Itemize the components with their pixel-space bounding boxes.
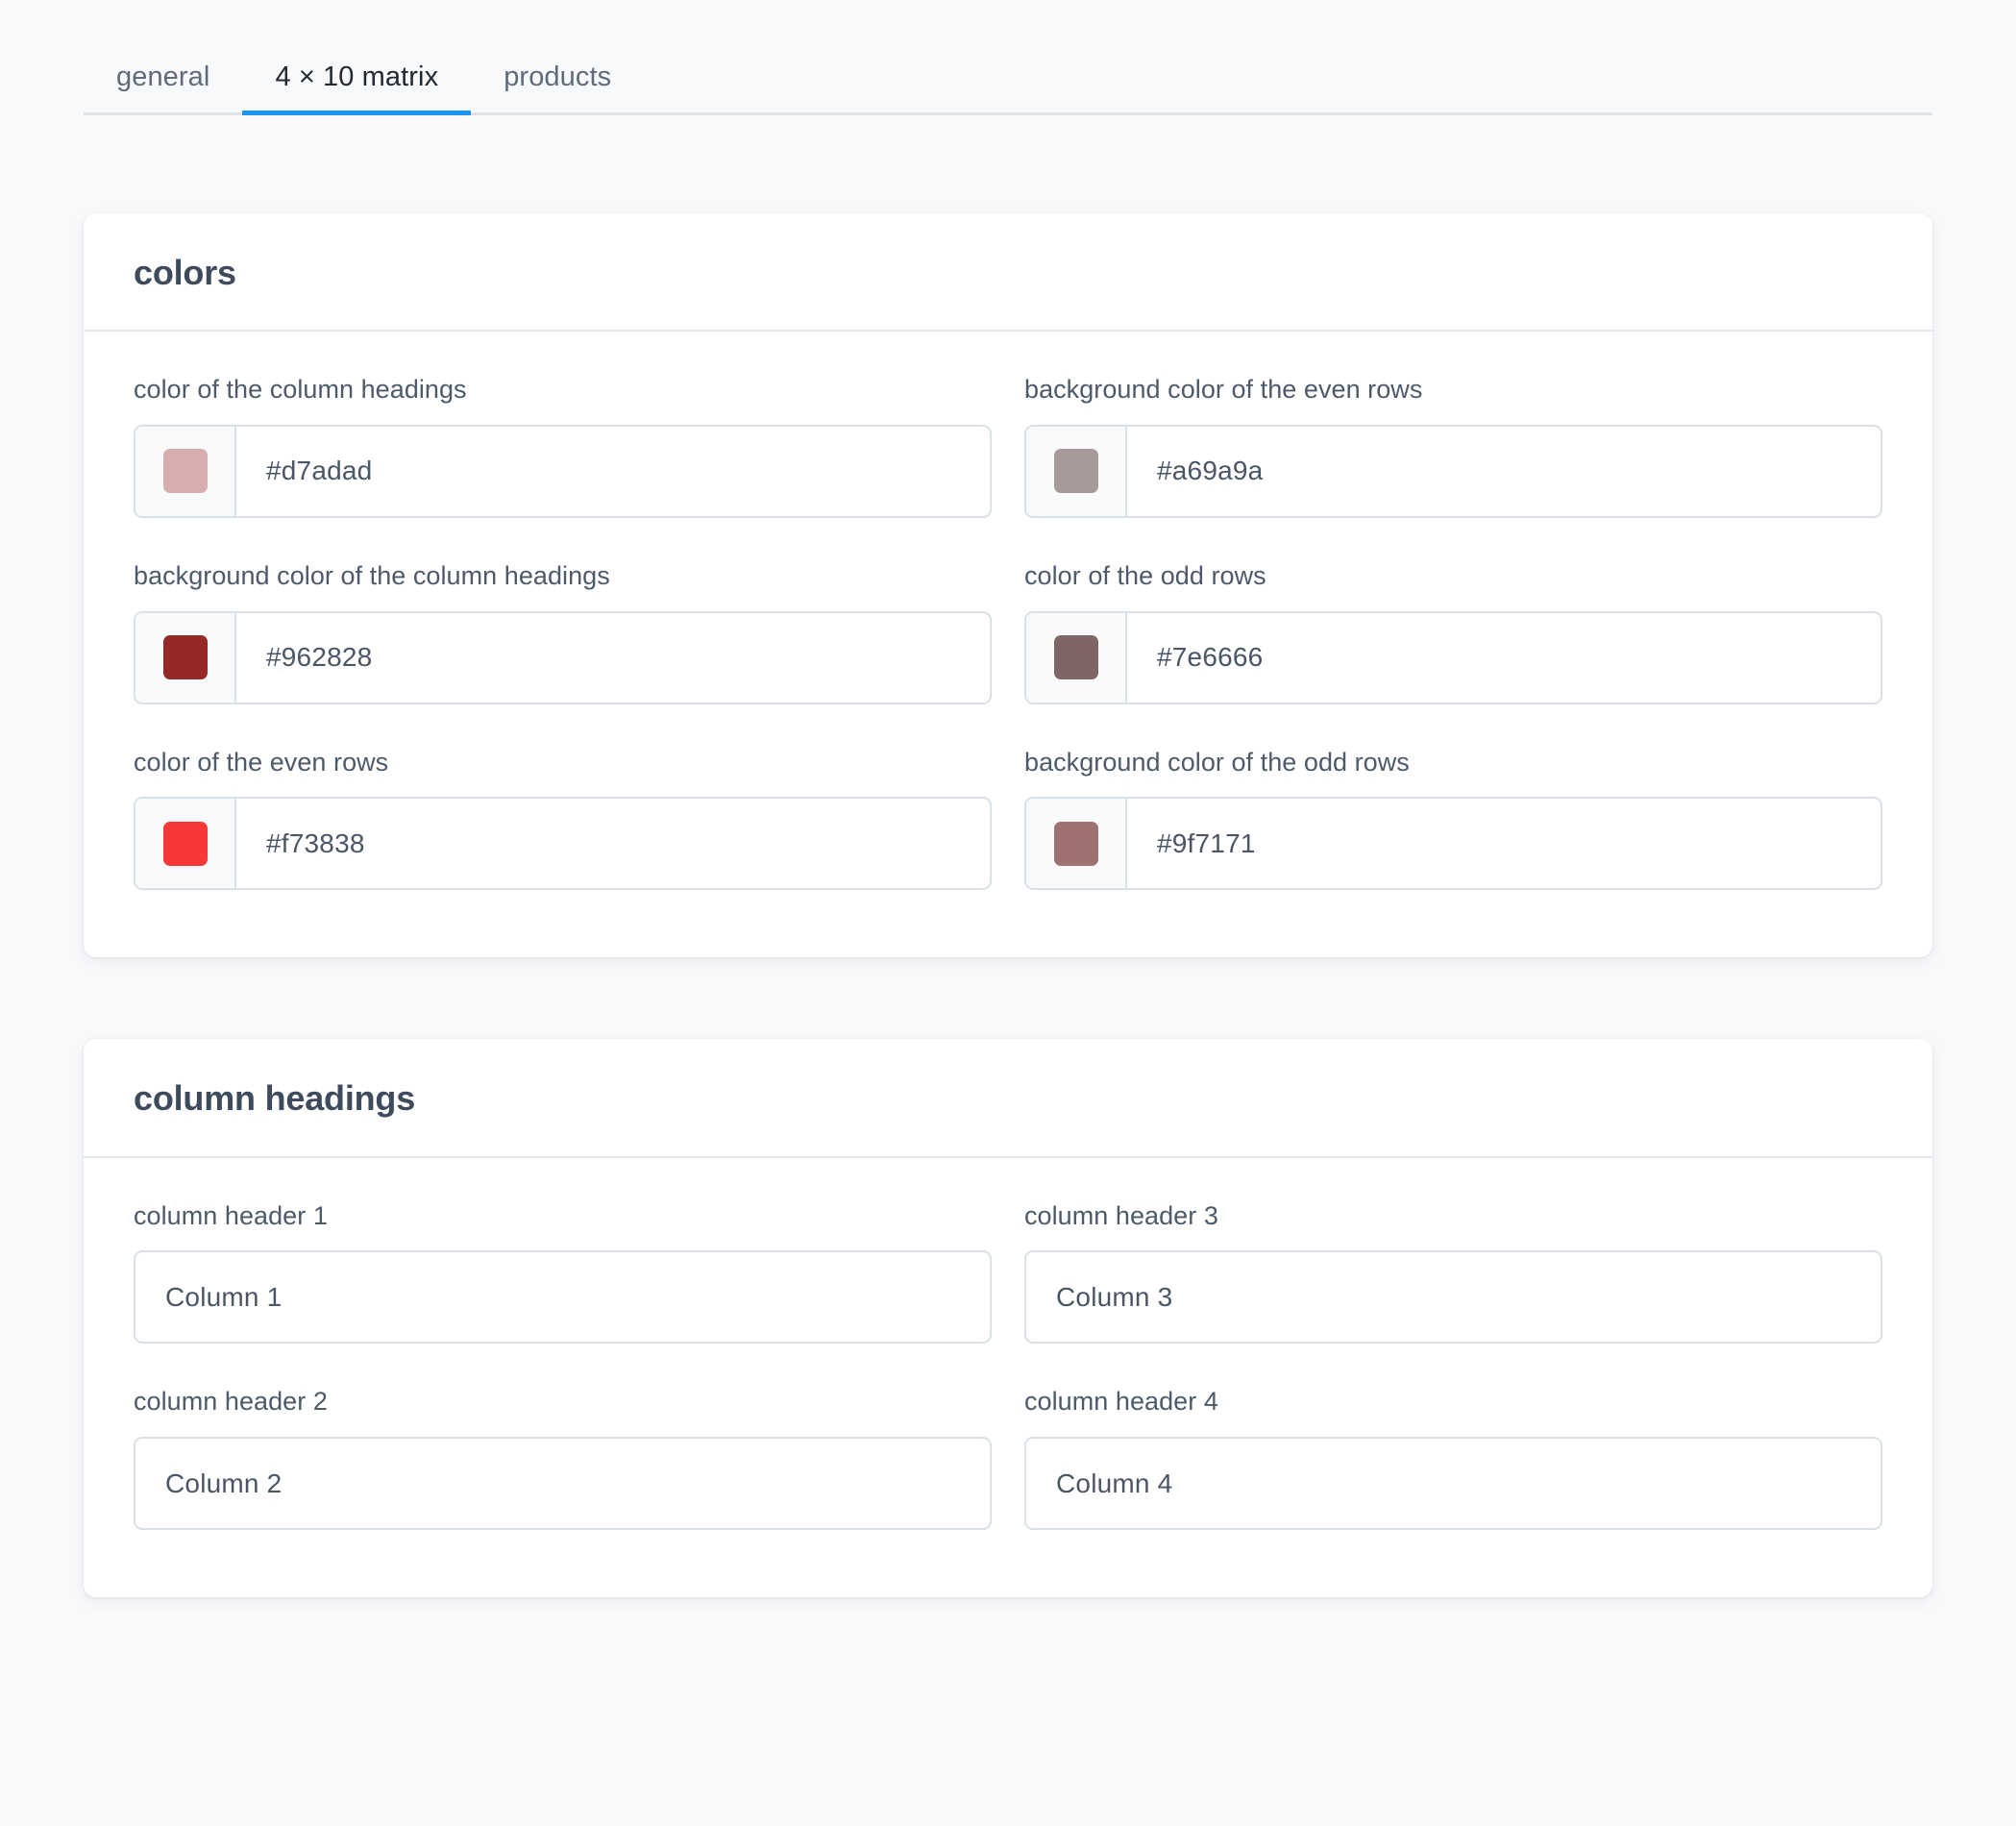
- color-swatch-button[interactable]: [1026, 426, 1127, 516]
- color-hex-value[interactable]: #a69a9a: [1127, 427, 1881, 516]
- field-column-header-3: column header 3 Column 3: [1024, 1200, 1882, 1345]
- color-swatch-button[interactable]: [1026, 799, 1127, 889]
- tab-matrix[interactable]: 4 × 10 matrix: [242, 50, 471, 115]
- field-even-rows-background: background color of the even rows #a69a9…: [1024, 374, 1882, 518]
- color-swatch: [1053, 635, 1098, 680]
- field-label: column header 4: [1024, 1387, 1218, 1417]
- color-input-even-rows-background[interactable]: #a69a9a: [1024, 424, 1882, 518]
- tab-bar: general 4 × 10 matrix products: [84, 0, 1932, 115]
- colors-card-body: color of the column headings #d7adad bac…: [84, 332, 1932, 957]
- color-hex-value[interactable]: #7e6666: [1127, 613, 1881, 703]
- field-column-header-2: column header 2 Column 2: [134, 1386, 992, 1531]
- tab-general[interactable]: general: [84, 50, 242, 112]
- color-input-column-headings-background[interactable]: #962828: [134, 610, 992, 704]
- field-column-headings-background: background color of the column headings …: [134, 560, 992, 704]
- color-hex-value[interactable]: #f73838: [236, 799, 990, 888]
- color-swatch: [1053, 449, 1098, 494]
- color-hex-value[interactable]: #9f7171: [1127, 799, 1881, 888]
- settings-page: general 4 × 10 matrix products colors co…: [0, 0, 2016, 1826]
- color-input-column-headings-color[interactable]: #d7adad: [134, 424, 992, 518]
- color-swatch: [162, 449, 208, 494]
- color-swatch: [1053, 821, 1098, 866]
- color-input-odd-rows-color[interactable]: #7e6666: [1024, 610, 1882, 704]
- color-input-even-rows-color[interactable]: #f73838: [134, 797, 992, 891]
- colors-field-grid: color of the column headings #d7adad bac…: [134, 374, 1882, 891]
- field-label: color of the even rows: [134, 747, 389, 777]
- color-input-odd-rows-background[interactable]: #9f7171: [1024, 797, 1882, 891]
- column-headings-card: column headings column header 1 Column 1…: [84, 1039, 1932, 1598]
- column-header-1-input[interactable]: Column 1: [134, 1250, 992, 1345]
- tab-general-label: general: [116, 62, 210, 92]
- field-odd-rows-color: color of the odd rows #7e6666: [1024, 560, 1882, 704]
- field-column-header-1: column header 1 Column 1: [134, 1200, 992, 1345]
- field-odd-rows-background: background color of the odd rows #9f7171: [1024, 747, 1882, 891]
- field-label: color of the column headings: [134, 375, 467, 405]
- column-headings-card-body: column header 1 Column 1 column header 3…: [84, 1158, 1932, 1598]
- tab-matrix-label: 4 × 10 matrix: [275, 62, 439, 92]
- field-label: column header 2: [134, 1387, 328, 1417]
- column-headings-card-title: column headings: [134, 1078, 416, 1119]
- tab-products-label: products: [504, 62, 612, 92]
- color-hex-value[interactable]: #d7adad: [236, 427, 990, 516]
- color-hex-value[interactable]: #962828: [236, 613, 990, 703]
- field-column-header-4: column header 4 Column 4: [1024, 1386, 1882, 1531]
- column-header-2-input[interactable]: Column 2: [134, 1437, 992, 1531]
- tab-products[interactable]: products: [471, 50, 644, 112]
- column-header-4-input[interactable]: Column 4: [1024, 1437, 1882, 1531]
- color-swatch-button[interactable]: [135, 426, 236, 516]
- color-swatch: [162, 821, 208, 866]
- field-label: column header 1: [134, 1200, 328, 1230]
- color-swatch: [162, 635, 208, 680]
- field-label: color of the odd rows: [1024, 560, 1266, 590]
- field-label: background color of the column headings: [134, 560, 610, 590]
- field-even-rows-color: color of the even rows #f73838: [134, 747, 992, 891]
- column-header-3-input[interactable]: Column 3: [1024, 1250, 1882, 1345]
- color-swatch-button[interactable]: [1026, 612, 1127, 703]
- color-swatch-button[interactable]: [135, 799, 236, 889]
- colors-card-title: colors: [134, 253, 236, 292]
- field-label: column header 3: [1024, 1200, 1218, 1230]
- color-swatch-button[interactable]: [135, 612, 236, 703]
- column-headings-field-grid: column header 1 Column 1 column header 3…: [134, 1200, 1882, 1531]
- colors-card-header: colors: [84, 213, 1932, 333]
- field-label: background color of the even rows: [1024, 375, 1423, 405]
- colors-card: colors color of the column headings #d7a…: [84, 213, 1932, 958]
- field-label: background color of the odd rows: [1024, 747, 1410, 777]
- field-column-headings-color: color of the column headings #d7adad: [134, 374, 992, 518]
- column-headings-card-header: column headings: [84, 1039, 1932, 1158]
